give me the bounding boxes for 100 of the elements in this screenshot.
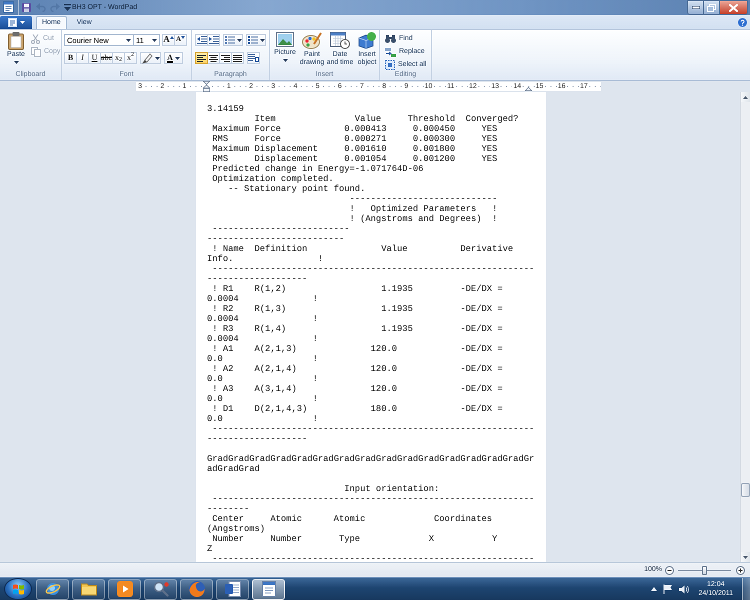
justify-button[interactable]: [231, 52, 244, 64]
text-line: ! R2 R(1,3) 1.1935 -DE/DX =: [212, 304, 503, 314]
paragraph-button[interactable]: [247, 52, 260, 64]
bullet-list-icon: [224, 36, 234, 44]
folder-icon: [80, 581, 96, 597]
text-line: ! D1 D(2,1,4,3) 180.0 -DE/DX =: [212, 404, 503, 414]
italic-button[interactable]: I: [76, 52, 89, 64]
slider-thumb[interactable]: [702, 566, 707, 574]
help-icon[interactable]: [738, 18, 747, 27]
bold-button[interactable]: B: [64, 52, 77, 64]
caret-icon: [154, 56, 160, 60]
taskbar-button[interactable]: [108, 578, 141, 600]
text-line: -------------------------------------------------------------: [212, 494, 534, 504]
start-button[interactable]: [4, 578, 32, 600]
align-left-button[interactable]: [195, 52, 208, 64]
taskbar-button[interactable]: [144, 578, 177, 600]
flag-icon: [12, 584, 24, 594]
text-line: (Angstroms): [207, 524, 266, 534]
text-line: 0.0 !: [207, 354, 318, 364]
document-icon: [260, 581, 276, 597]
text-line: -------------------------------------------------------------: [212, 424, 534, 434]
taskbar-button[interactable]: [72, 578, 105, 600]
speaker-icon[interactable]: [679, 584, 690, 594]
align-right-button[interactable]: [219, 52, 232, 64]
caret-icon: [20, 21, 24, 24]
caret-icon: [126, 38, 131, 42]
text-line: ! Optimized Parameters !: [350, 204, 498, 214]
minimize-button[interactable]: [687, 0, 704, 15]
text-line: 0.0004 !: [207, 314, 318, 324]
font-color-button[interactable]: A: [164, 52, 183, 64]
show-desktop-button[interactable]: [742, 578, 750, 600]
text-line: Number Number Type X Y: [212, 534, 498, 544]
text-line: 3.14159: [207, 104, 244, 114]
app-menu-button[interactable]: [0, 16, 32, 29]
document-icon: [224, 581, 240, 597]
text-line: adGradGrad: [207, 464, 260, 474]
scroll-down-button[interactable]: [741, 552, 750, 562]
text-line: Input orientation:: [344, 484, 440, 494]
text-line: -------------------------------------------------------------: [212, 264, 534, 274]
palette-icon: [302, 32, 322, 49]
flag-icon[interactable]: [663, 584, 674, 594]
zoom-in-icon[interactable]: [736, 566, 745, 574]
indent-icon: [208, 36, 218, 44]
up-caret-icon: [170, 36, 174, 39]
scroll-up-button[interactable]: [741, 92, 750, 102]
down-caret-icon: [181, 36, 186, 39]
save-button[interactable]: [21, 2, 32, 14]
taskbar-button[interactable]: [36, 578, 69, 600]
text-line: -------------------------------------------------------------: [212, 554, 534, 562]
increase-indent-button[interactable]: [207, 34, 220, 46]
text-line: Maximum Force 0.000413 0.000450 YES: [212, 124, 498, 134]
caret-icon: [260, 38, 264, 42]
numbering-button[interactable]: [246, 34, 266, 46]
text-line: Info. !: [207, 254, 324, 264]
globe-icon: [44, 581, 60, 597]
zoom-out-icon[interactable]: [665, 566, 674, 574]
text-line: -------------------: [207, 434, 308, 444]
numbered-list-icon: [248, 36, 258, 44]
align-left-icon: [197, 54, 206, 62]
document-icon[interactable]: [3, 1, 14, 13]
align-center-icon: [209, 54, 218, 62]
text-line: ! R1 R(1,2) 1.1935 -DE/DX =: [212, 284, 503, 294]
customize-button[interactable]: [63, 2, 71, 14]
text-line: 0.0004 !: [207, 294, 318, 304]
scissors-icon: [31, 34, 40, 44]
decrease-indent-button[interactable]: [195, 34, 208, 46]
scrollbar-thumb[interactable]: [741, 483, 750, 497]
indent-marker-icon[interactable]: [203, 81, 210, 92]
taskbar-button[interactable]: [252, 578, 285, 600]
subscript-button[interactable]: x$_{2}$: [112, 52, 125, 64]
outdent-icon: [196, 36, 206, 44]
text-line: ! A2 A(2,1,4) 120.0 -DE/DX =: [212, 364, 503, 374]
close-icon: [729, 4, 738, 12]
bullets-button[interactable]: [223, 34, 243, 46]
superscript-button[interactable]: x$^{2}$: [124, 52, 137, 64]
caret-up-icon[interactable]: [651, 587, 658, 591]
taskbar-button[interactable]: [216, 578, 249, 600]
text-line: -------------------: [207, 274, 308, 284]
down-arrow-icon: [743, 556, 748, 558]
paragraph-icon: [248, 54, 259, 62]
highlight-button[interactable]: [140, 52, 161, 64]
underline-button[interactable]: U: [88, 52, 101, 64]
restore-icon: [707, 4, 716, 12]
text-line: --------------------------: [212, 224, 350, 234]
restore-button[interactable]: [704, 0, 720, 15]
text-line: Optimization completed.: [212, 174, 334, 184]
text-line: ----------------------------: [350, 194, 498, 204]
clipboard-icon: [8, 32, 24, 50]
close-button[interactable]: [720, 0, 748, 15]
document-icon: [8, 18, 16, 27]
up-arrow-icon: [743, 96, 748, 98]
calendar-clock-icon: [330, 32, 350, 49]
strikethrough-button[interactable]: abc: [100, 52, 113, 64]
grow-font-button[interactable]: A: [162, 34, 175, 46]
highlighter-icon: [142, 52, 152, 64]
text-line: Z: [207, 544, 212, 554]
replace-icon: [385, 48, 396, 56]
globe-icon: [188, 581, 204, 597]
text-line: Maximum Displacement 0.001610 0.001800 YES: [212, 144, 498, 154]
binoculars-icon: [385, 35, 396, 43]
